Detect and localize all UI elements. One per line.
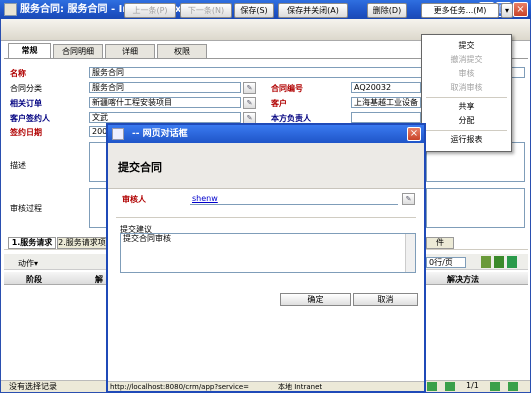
- order-field[interactable]: 新疆喀什工程安装项目: [89, 97, 241, 108]
- cancel-button[interactable]: 取消: [353, 293, 418, 306]
- export-icon[interactable]: [494, 256, 504, 268]
- reviewer-underline: [190, 204, 398, 205]
- prev-page-icon[interactable]: [445, 382, 455, 391]
- more-tasks-menu: 提交 撤消提交 审核 取消审核 共享 分配 运行报表: [421, 34, 512, 152]
- subtab-request-items[interactable]: 2.服务请求项: [57, 237, 107, 249]
- dialog-title-bar: -- 网页对话框: [108, 125, 424, 143]
- prev-button[interactable]: 上一条(P): [124, 3, 176, 18]
- close-button[interactable]: ×: [513, 2, 528, 17]
- first-page-icon[interactable]: [427, 382, 437, 391]
- reviewer-label: 审核人: [122, 195, 146, 204]
- submit-dialog: -- 网页对话框 × 提交合同 审核人 shenw ✎ 提交建议 提交合同审核 …: [106, 123, 426, 393]
- menu-item-share[interactable]: 共享: [422, 100, 511, 114]
- tab-more[interactable]: 详细: [105, 44, 155, 58]
- delete-button[interactable]: 删除(D): [367, 3, 407, 18]
- action-menu[interactable]: 动作▾: [18, 258, 38, 269]
- zone-text: 本地 Intranet: [278, 383, 323, 391]
- suggest-textarea[interactable]: 提交合同审核: [120, 233, 416, 273]
- category-field[interactable]: 服务合同: [89, 82, 241, 93]
- code-label: 合同编号: [271, 84, 303, 93]
- menu-item-report[interactable]: 运行报表: [422, 133, 511, 147]
- signer-field[interactable]: 文武: [89, 112, 241, 123]
- tab-general[interactable]: 常规: [8, 43, 51, 59]
- menu-item-review[interactable]: 审核: [422, 67, 511, 81]
- dialog-heading: 提交合同: [118, 161, 162, 174]
- col-stage[interactable]: 阶段: [26, 274, 42, 285]
- description-field[interactable]: [89, 142, 107, 182]
- pager-text: 1/1: [466, 381, 479, 390]
- signer-label: 客户签约人: [10, 114, 50, 123]
- dialog-divider: [116, 217, 416, 218]
- dialog-url: http://localhost:8080/crm/app?service=: [110, 383, 250, 391]
- dialog-status-bar: http://localhost:8080/crm/app?service= 本…: [108, 381, 424, 391]
- menu-item-cancel-review[interactable]: 取消审核: [422, 81, 511, 95]
- chevron-down-icon[interactable]: ▾: [501, 3, 513, 18]
- code-field[interactable]: AQ20032: [351, 82, 421, 93]
- add-icon[interactable]: [481, 256, 491, 268]
- refresh-icon[interactable]: [507, 256, 517, 268]
- review-field-right[interactable]: [426, 188, 525, 228]
- page-icon: [112, 128, 124, 140]
- col-solution[interactable]: 解: [95, 274, 103, 285]
- lookup-icon[interactable]: ✎: [243, 82, 256, 94]
- menu-item-submit[interactable]: 提交: [422, 39, 511, 53]
- dialog-close-button[interactable]: ×: [407, 127, 421, 141]
- col-method[interactable]: 解决方法: [447, 274, 479, 285]
- next-page-icon[interactable]: [490, 382, 500, 391]
- lookup-icon[interactable]: ✎: [402, 193, 415, 205]
- status-text: 没有选择记录: [9, 382, 57, 391]
- next-button[interactable]: 下一条(N): [180, 3, 232, 18]
- subtab-attachments[interactable]: 件: [426, 237, 454, 249]
- reviewer-value[interactable]: shenw: [192, 194, 218, 203]
- ie-icon: [4, 3, 17, 16]
- lookup-icon[interactable]: ✎: [243, 97, 256, 109]
- save-button[interactable]: 保存(S): [234, 3, 274, 18]
- menu-divider: [426, 97, 507, 98]
- more-tasks-button[interactable]: 更多任务...(M): [421, 3, 499, 18]
- page-size-select[interactable]: 0行/页: [426, 257, 466, 268]
- save-close-button[interactable]: 保存并关闭(A): [278, 3, 348, 18]
- category-label: 合同分类: [10, 84, 42, 93]
- description-label: 描述: [10, 161, 26, 170]
- menu-divider: [426, 130, 507, 131]
- menu-item-assign[interactable]: 分配: [422, 114, 511, 128]
- tab-details[interactable]: 合同明细: [53, 44, 103, 58]
- dialog-title: -- 网页对话框: [132, 129, 188, 139]
- textarea-scrollbar[interactable]: [405, 234, 415, 272]
- last-page-icon[interactable]: [508, 382, 518, 391]
- date-field[interactable]: 2007: [89, 126, 107, 137]
- owner-field[interactable]: [351, 112, 421, 123]
- ok-button[interactable]: 确定: [280, 293, 351, 306]
- tab-permissions[interactable]: 权限: [157, 44, 207, 58]
- date-label: 签约日期: [10, 128, 42, 137]
- review-label: 审核过程: [10, 204, 42, 213]
- customer-field[interactable]: 上海基越工业设备: [351, 97, 421, 108]
- dialog-body: 审核人 shenw ✎ 提交建议 提交合同审核 确定 取消: [108, 189, 424, 381]
- dialog-header: 提交合同: [108, 143, 424, 189]
- review-field[interactable]: [89, 188, 107, 228]
- customer-label: 客户: [271, 99, 287, 108]
- order-label: 相关订单: [10, 99, 42, 108]
- name-label: 名称: [10, 69, 26, 78]
- subtab-service-requests[interactable]: 1.服务请求: [8, 237, 56, 249]
- menu-item-revoke-submit[interactable]: 撤消提交: [422, 53, 511, 67]
